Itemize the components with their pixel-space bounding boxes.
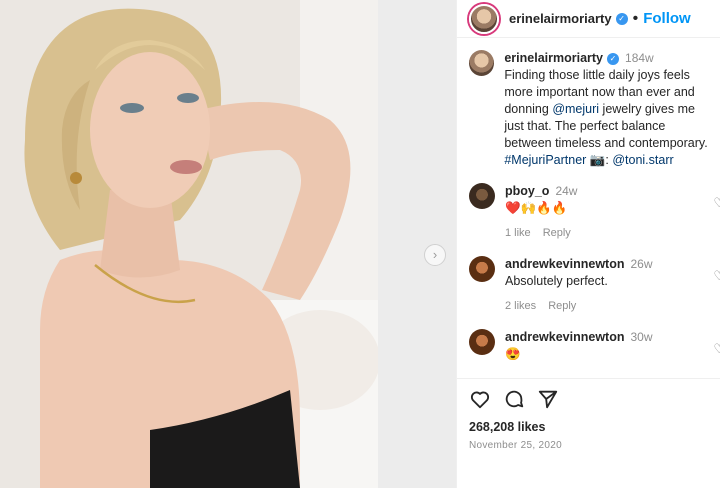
- comment-text: 😍: [505, 347, 521, 361]
- comment-age: 26w: [630, 257, 653, 271]
- caption-username[interactable]: erinelairmoriarty: [504, 51, 603, 65]
- post-side-panel: erinelairmoriarty ✓ • Follow erinelairmo…: [456, 0, 720, 488]
- reply-button[interactable]: Reply: [543, 227, 571, 239]
- commenter-username[interactable]: andrewkevinnewton: [505, 257, 624, 271]
- caption-age: 184w: [625, 51, 654, 65]
- commenter-avatar[interactable]: [469, 256, 495, 282]
- commenter-username[interactable]: andrewkevinnewton: [505, 330, 624, 344]
- comment-text: Absolutely perfect.: [505, 274, 608, 288]
- heart-icon[interactable]: ♡: [713, 268, 720, 284]
- mention-link-2[interactable]: @toni.starr: [612, 153, 673, 167]
- comments-scroll[interactable]: erinelairmoriarty ✓ 184w Finding those lit…: [457, 50, 720, 380]
- next-arrow-icon[interactable]: ›: [424, 244, 446, 266]
- caption-avatar[interactable]: [469, 50, 495, 76]
- post-actions: [469, 388, 559, 410]
- post-caption: erinelairmoriarty ✓ 184w Finding those lit…: [457, 50, 720, 169]
- author-avatar[interactable]: [469, 3, 499, 34]
- heart-icon[interactable]: ♡: [713, 195, 720, 211]
- likes-count[interactable]: 268,208 likes: [469, 420, 545, 434]
- comment-likes[interactable]: 2 likes: [505, 300, 536, 312]
- reply-button[interactable]: Reply: [548, 300, 576, 312]
- separator-dot: •: [632, 9, 639, 27]
- verified-badge-icon: ✓: [615, 12, 628, 25]
- instagram-post-modal: › erinelairmoriarty ✓ • Follow erinelair…: [0, 0, 720, 488]
- comment-age: 24w: [555, 184, 578, 198]
- like-heart-icon[interactable]: [469, 388, 491, 410]
- comment-age: 30w: [630, 330, 653, 344]
- heart-icon[interactable]: ♡: [713, 341, 720, 357]
- comment-item: pboy_o 24w ❤️🙌🔥🔥 1 like Reply ♡: [457, 183, 720, 242]
- comment-bubble-icon[interactable]: [503, 388, 525, 410]
- post-date: November 25, 2020: [469, 440, 562, 451]
- comment-item: andrewkevinnewton 30w 😍 ♡: [457, 329, 720, 363]
- verified-badge-icon: ✓: [607, 53, 620, 65]
- hashtag-link[interactable]: #MejuriPartner: [504, 153, 586, 167]
- actions-divider: [457, 378, 720, 379]
- commenter-avatar[interactable]: [469, 329, 495, 355]
- post-photo[interactable]: [0, 0, 378, 488]
- photo-illustration: [0, 0, 378, 488]
- comment-item: andrewkevinnewton 26w Absolutely perfect.…: [457, 256, 720, 315]
- comment-likes[interactable]: 1 like: [505, 227, 531, 239]
- caption-tail: 📷:: [589, 153, 609, 167]
- share-send-icon[interactable]: [537, 388, 559, 410]
- post-header: erinelairmoriarty ✓ • Follow: [457, 0, 720, 38]
- comment-text: ❤️🙌🔥🔥: [505, 201, 568, 215]
- follow-button[interactable]: Follow: [643, 10, 691, 27]
- author-username[interactable]: erinelairmoriarty: [509, 11, 612, 26]
- commenter-username[interactable]: pboy_o: [505, 184, 549, 198]
- mention-link[interactable]: @mejuri: [552, 102, 599, 116]
- commenter-avatar[interactable]: [469, 183, 495, 209]
